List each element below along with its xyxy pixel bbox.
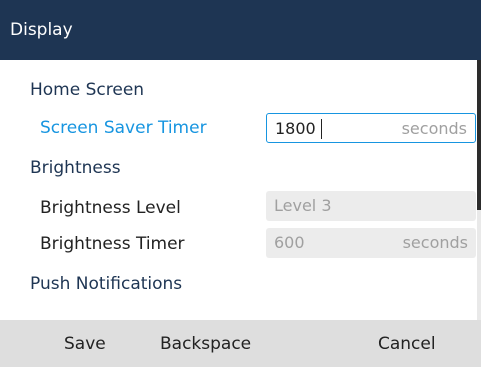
save-softkey[interactable]: Save — [64, 334, 106, 354]
brightness-timer-value: 600 — [274, 233, 305, 252]
brightness-level-value: Level 3 — [274, 196, 332, 215]
section-push-notifications[interactable]: Push Notifications — [30, 274, 182, 294]
brightness-timer-label[interactable]: Brightness Timer — [40, 234, 185, 254]
title-bar: Display — [0, 0, 481, 60]
softkey-bar: Save Backspace Cancel — [0, 320, 481, 367]
backspace-softkey[interactable]: Backspace — [160, 334, 251, 354]
screen-saver-timer-unit: seconds — [401, 119, 467, 138]
brightness-timer-field[interactable]: 600 seconds — [266, 228, 476, 258]
brightness-level-field[interactable]: Level 3 — [266, 191, 476, 221]
scrollbar-thumb[interactable] — [477, 60, 481, 210]
text-caret — [321, 119, 322, 139]
screen-saver-timer-input[interactable]: 1800 seconds — [266, 113, 476, 143]
section-brightness: Brightness — [30, 158, 121, 178]
screen-saver-timer-value: 1800 — [275, 119, 316, 138]
display-settings-screen: Display Home Screen Screen Saver Timer 1… — [0, 0, 481, 367]
section-home-screen: Home Screen — [30, 80, 145, 100]
screen-saver-timer-label[interactable]: Screen Saver Timer — [40, 118, 207, 138]
cancel-softkey[interactable]: Cancel — [378, 334, 436, 354]
brightness-timer-unit: seconds — [402, 233, 468, 252]
brightness-level-label[interactable]: Brightness Level — [40, 198, 181, 218]
screen-title: Display — [10, 20, 73, 40]
